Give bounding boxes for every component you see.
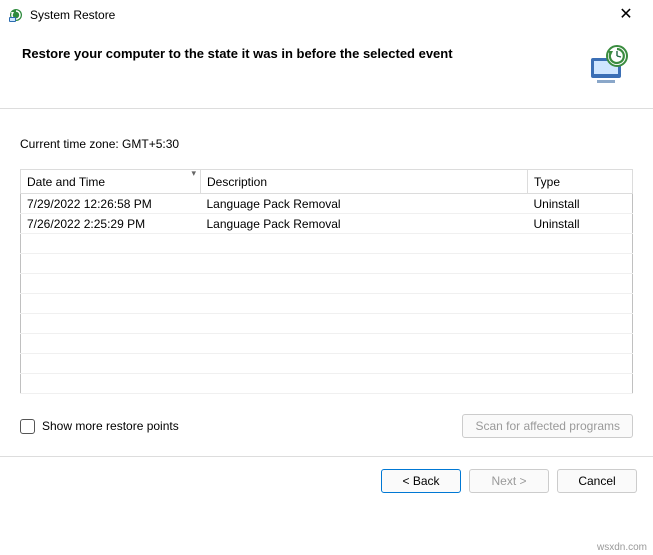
- cell-desc: [201, 274, 528, 294]
- table-row: [21, 294, 633, 314]
- window-title: System Restore: [30, 8, 609, 22]
- cancel-button[interactable]: Cancel: [557, 469, 637, 493]
- cell-type: [528, 374, 633, 394]
- titlebar: System Restore ✕: [0, 0, 653, 30]
- restore-hero-icon: [587, 44, 631, 84]
- cell-desc: [201, 354, 528, 374]
- table-row[interactable]: 7/26/2022 2:25:29 PMLanguage Pack Remova…: [21, 214, 633, 234]
- cell-type: [528, 254, 633, 274]
- next-button[interactable]: Next >: [469, 469, 549, 493]
- cell-type: [528, 354, 633, 374]
- timezone-label: Current time zone: GMT+5:30: [20, 137, 633, 151]
- table-row: [21, 374, 633, 394]
- table-row: [21, 354, 633, 374]
- cell-date: [21, 234, 201, 254]
- col-header-type[interactable]: Type: [528, 170, 633, 194]
- cell-desc: Language Pack Removal: [201, 194, 528, 214]
- cell-type: [528, 314, 633, 334]
- cell-date: [21, 314, 201, 334]
- table-row: [21, 334, 633, 354]
- cell-date: [21, 354, 201, 374]
- cell-date: [21, 294, 201, 314]
- cell-type: [528, 334, 633, 354]
- system-restore-icon: [8, 7, 24, 23]
- table-row: [21, 254, 633, 274]
- wizard-header: Restore your computer to the state it wa…: [0, 30, 653, 108]
- cell-date: [21, 274, 201, 294]
- cell-desc: Language Pack Removal: [201, 214, 528, 234]
- below-table-row: Show more restore points Scan for affect…: [20, 414, 633, 438]
- show-more-checkbox[interactable]: Show more restore points: [20, 419, 179, 434]
- close-icon[interactable]: ✕: [609, 5, 643, 25]
- watermark: wsxdn.com: [597, 542, 647, 553]
- back-button[interactable]: < Back: [381, 469, 461, 493]
- cell-date: [21, 254, 201, 274]
- table-row: [21, 274, 633, 294]
- cell-date: [21, 334, 201, 354]
- checkbox-box-icon[interactable]: [20, 419, 35, 434]
- cell-type: Uninstall: [528, 214, 633, 234]
- col-header-date[interactable]: Date and Time ▾: [21, 170, 201, 194]
- cell-desc: [201, 374, 528, 394]
- col-header-date-label: Date and Time: [27, 175, 105, 189]
- wizard-heading: Restore your computer to the state it wa…: [22, 44, 453, 61]
- col-header-description[interactable]: Description: [201, 170, 528, 194]
- cell-type: [528, 274, 633, 294]
- cell-desc: [201, 314, 528, 334]
- sort-indicator-icon: ▾: [191, 168, 196, 179]
- cell-desc: [201, 294, 528, 314]
- wizard-footer: < Back Next > Cancel: [0, 457, 653, 493]
- cell-type: [528, 234, 633, 254]
- table-header-row: Date and Time ▾ Description Type: [21, 170, 633, 194]
- cell-desc: [201, 334, 528, 354]
- table-row: [21, 234, 633, 254]
- cell-type: [528, 294, 633, 314]
- cell-date: 7/26/2022 2:25:29 PM: [21, 214, 201, 234]
- cell-date: 7/29/2022 12:26:58 PM: [21, 194, 201, 214]
- table-row: [21, 314, 633, 334]
- cell-type: Uninstall: [528, 194, 633, 214]
- cell-desc: [201, 234, 528, 254]
- show-more-label: Show more restore points: [42, 419, 179, 433]
- restore-points-table[interactable]: Date and Time ▾ Description Type 7/29/20…: [20, 169, 633, 394]
- cell-desc: [201, 254, 528, 274]
- cell-date: [21, 374, 201, 394]
- table-row[interactable]: 7/29/2022 12:26:58 PMLanguage Pack Remov…: [21, 194, 633, 214]
- content-area: Current time zone: GMT+5:30 Date and Tim…: [0, 109, 653, 438]
- scan-affected-button[interactable]: Scan for affected programs: [462, 414, 633, 438]
